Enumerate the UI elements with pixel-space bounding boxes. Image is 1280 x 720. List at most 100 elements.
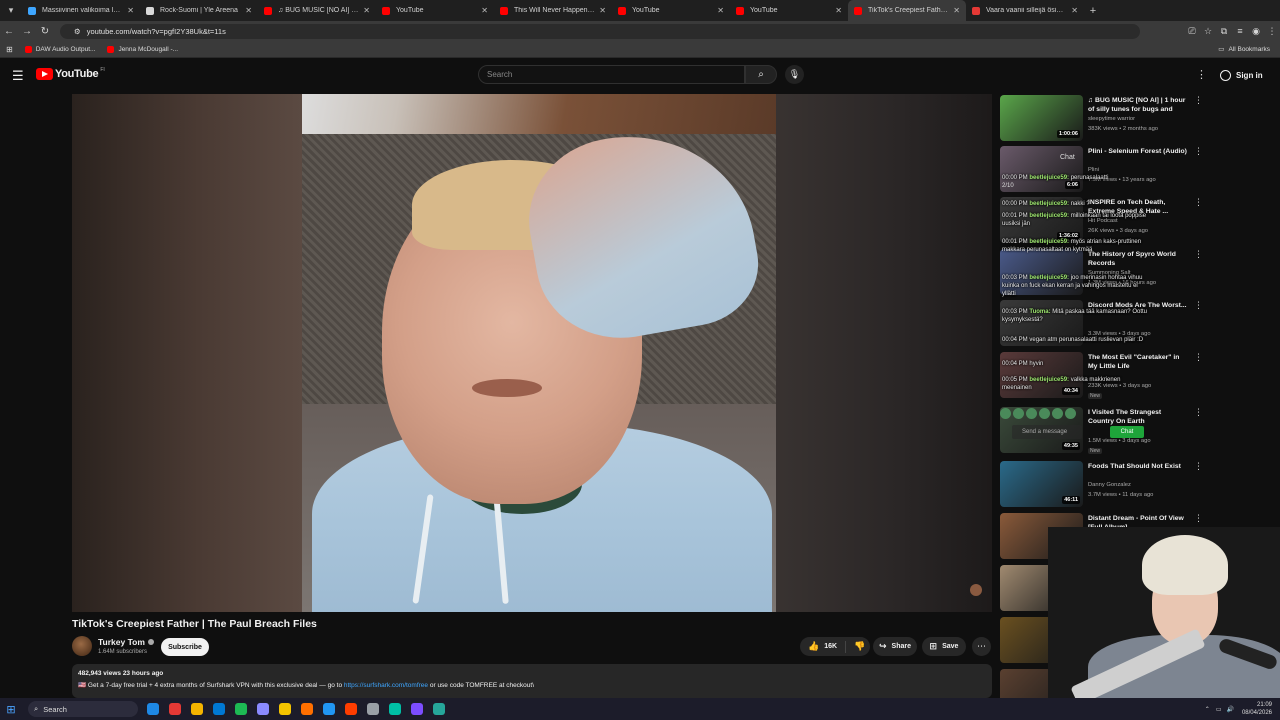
chat-message-input[interactable]: Send a message <box>1012 425 1082 439</box>
recommendation-menu-icon[interactable]: ⋮ <box>1194 407 1203 418</box>
tab-close-icon[interactable]: ✕ <box>245 6 252 15</box>
more-actions-button[interactable]: ⋯ <box>972 637 991 656</box>
emote-icon[interactable] <box>1026 408 1037 419</box>
profile-icon[interactable]: ◉ <box>1248 26 1264 37</box>
browser-tab[interactable]: YouTube ✕ <box>730 0 848 21</box>
windows-start-icon[interactable]: ⊞ <box>0 698 22 720</box>
chat-username[interactable]: beetlejuice59: <box>1029 213 1069 219</box>
emote-icon[interactable] <box>1039 408 1050 419</box>
network-icon[interactable]: ▭ <box>1216 706 1222 713</box>
taskbar-app-icon[interactable] <box>186 698 208 720</box>
search-input[interactable]: Search <box>478 65 745 84</box>
media-icon[interactable]: ≡ <box>1232 26 1248 37</box>
like-button[interactable]: 👍 16K <box>800 641 837 652</box>
subscribe-button[interactable]: Subscribe <box>161 638 209 656</box>
browser-menu-icon[interactable]: ⋮ <box>1264 26 1280 37</box>
share-button[interactable]: ↪ Share <box>873 637 917 656</box>
channel-watermark-icon[interactable] <box>970 584 982 596</box>
video-thumbnail[interactable]: 1:00:06 <box>1000 95 1083 141</box>
tab-close-icon[interactable]: ✕ <box>599 6 606 15</box>
voice-search-button[interactable]: 🎙 <box>785 65 804 84</box>
taskbar-app-icon[interactable] <box>406 698 428 720</box>
browser-tab[interactable]: Rock-Suomi | Yle Areena ✕ <box>140 0 258 21</box>
install-icon[interactable]: ⎚ <box>1184 26 1200 37</box>
recommendation-item[interactable]: 46:11 Foods That Should Not Exist Danny Go… <box>1000 461 1203 509</box>
emote-icon[interactable] <box>1065 408 1076 419</box>
tab-search-icon[interactable]: ▾ <box>0 0 22 21</box>
description-link[interactable]: https://surfshark.com/tomfree <box>344 682 428 689</box>
tab-close-icon[interactable]: ✕ <box>1071 6 1078 15</box>
emote-icon[interactable] <box>1000 408 1011 419</box>
chat-username[interactable]: beetlejuice59: <box>1029 239 1069 245</box>
recommendation-menu-icon[interactable]: ⋮ <box>1194 461 1203 472</box>
browser-tab[interactable]: Vaara vaanii silleijä ösim – Saksa✕ <box>966 0 1084 21</box>
recommendation-title[interactable]: ♫ BUG MUSIC [NO AI] | 1 hour of silly tu… <box>1088 96 1188 114</box>
guide-menu-icon[interactable]: ☰ <box>12 68 24 84</box>
reload-icon[interactable]: ↻ <box>36 26 54 37</box>
tab-close-icon[interactable]: ✕ <box>953 6 960 15</box>
chat-username[interactable]: beetlejuice59: <box>1029 201 1069 207</box>
chat-username[interactable]: beetlejuice59: <box>1029 275 1069 281</box>
tab-close-icon[interactable]: ✕ <box>363 6 370 15</box>
taskbar-app-icon[interactable] <box>252 698 274 720</box>
volume-icon[interactable]: 🔊 <box>1226 706 1233 713</box>
new-tab-button[interactable]: + <box>1084 5 1102 17</box>
recommendation-title[interactable]: Foods That Should Not Exist <box>1088 462 1188 471</box>
channel-avatar[interactable] <box>72 636 92 656</box>
video-player[interactable] <box>72 94 992 612</box>
apps-grid-icon[interactable]: ⊞ <box>6 45 13 54</box>
emote-icon[interactable] <box>1052 408 1063 419</box>
chat-username[interactable]: beetlejuice59: <box>1029 175 1069 181</box>
taskbar-app-icon[interactable] <box>230 698 252 720</box>
recommendation-menu-icon[interactable]: ⋮ <box>1194 513 1203 524</box>
recommendation-menu-icon[interactable]: ⋮ <box>1194 197 1203 208</box>
chat-username[interactable]: beetlejuice59: <box>1029 377 1069 383</box>
all-bookmarks[interactable]: ▭ All Bookmarks <box>1218 45 1270 54</box>
recommendation-menu-icon[interactable]: ⋮ <box>1194 95 1203 106</box>
sign-in-button[interactable]: Sign in <box>1214 66 1269 84</box>
clock[interactable]: 21:09 08/04/2026 <box>1242 701 1280 717</box>
tab-close-icon[interactable]: ✕ <box>127 6 134 15</box>
taskbar-app-icon[interactable] <box>318 698 340 720</box>
taskbar-search[interactable]: ⌕ Search <box>28 701 138 717</box>
tab-close-icon[interactable]: ✕ <box>835 6 842 15</box>
recommendation-channel[interactable]: Danny Gonzalez <box>1088 482 1131 488</box>
browser-tab[interactable]: YouTube ✕ <box>376 0 494 21</box>
search-button[interactable]: ⌕ <box>745 65 777 84</box>
bookmark-item[interactable]: Jenna McDougall -... <box>107 45 178 53</box>
taskbar-app-icon[interactable] <box>340 698 362 720</box>
chat-send-button[interactable]: Chat <box>1110 426 1144 438</box>
taskbar-app-icon[interactable] <box>274 698 296 720</box>
channel-name[interactable]: Turkey Tom <box>98 637 154 647</box>
taskbar-app-icon[interactable] <box>296 698 318 720</box>
browser-tab[interactable]: ♫ BUG MUSIC [NO AI] | 1 hour✕ <box>258 0 376 21</box>
recommendation-channel[interactable]: sleepytime warrior <box>1088 116 1135 122</box>
taskbar-app-icon[interactable] <box>428 698 450 720</box>
bookmark-item[interactable]: DAW Audio Output... <box>24 45 95 53</box>
taskbar-app-icon[interactable] <box>164 698 186 720</box>
tab-close-icon[interactable]: ✕ <box>717 6 724 15</box>
browser-tab[interactable]: YouTube ✕ <box>612 0 730 21</box>
recommendation-menu-icon[interactable]: ⋮ <box>1194 146 1203 157</box>
taskbar-app-icon[interactable] <box>208 698 230 720</box>
description-box[interactable]: 482,943 views 23 hours ago 🇺🇸 Get a 7-da… <box>72 664 992 698</box>
browser-tab[interactable]: Massiivinen valikoima laadukk✕ <box>22 0 140 21</box>
settings-menu-icon[interactable]: ⋮ <box>1196 68 1207 81</box>
recommendation-menu-icon[interactable]: ⋮ <box>1194 249 1203 260</box>
browser-tab[interactable]: TikTok's Creepiest Father | T ✕ <box>848 0 966 21</box>
back-icon[interactable]: ← <box>0 26 18 37</box>
emote-icon[interactable] <box>1013 408 1024 419</box>
recommendation-menu-icon[interactable]: ⋮ <box>1194 300 1203 311</box>
dislike-button[interactable]: 👎 <box>854 641 865 652</box>
site-info-icon[interactable]: ⚙ <box>74 27 81 36</box>
bookmark-star-icon[interactable]: ☆ <box>1200 26 1216 37</box>
recommendation-menu-icon[interactable]: ⋮ <box>1194 352 1203 363</box>
taskbar-app-icon[interactable] <box>384 698 406 720</box>
extensions-icon[interactable]: ⧉ <box>1216 26 1232 37</box>
tray-chevron-icon[interactable]: ⌃ <box>1205 706 1210 713</box>
browser-tab[interactable]: This Will Never Happen - YouTu✕ <box>494 0 612 21</box>
chat-username[interactable]: Tuoma: <box>1029 309 1050 315</box>
video-thumbnail[interactable]: 46:11 <box>1000 461 1083 507</box>
youtube-logo[interactable]: YouTube FI <box>36 67 105 80</box>
taskbar-app-icon[interactable] <box>362 698 384 720</box>
